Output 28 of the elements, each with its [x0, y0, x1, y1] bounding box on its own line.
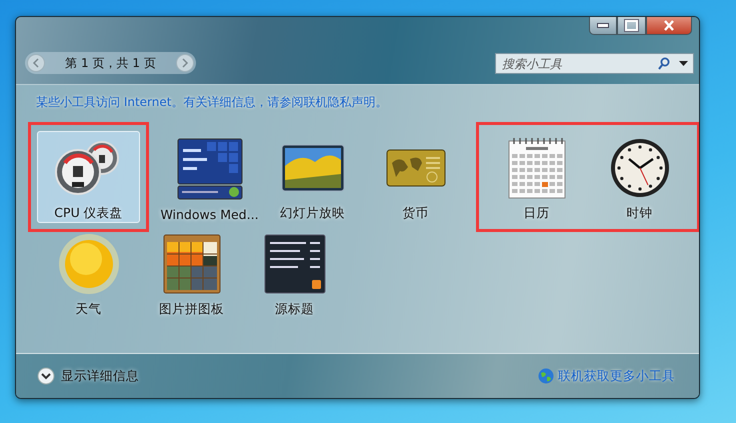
gadget-tile[interactable]: 幻灯片放映 [261, 131, 364, 223]
sun-icon [58, 232, 120, 294]
maximize-button[interactable] [617, 17, 646, 35]
gadget-tile[interactable]: 日历 [485, 131, 588, 223]
gadget-tile[interactable]: 天气 [37, 227, 140, 319]
news-feed-icon [264, 234, 326, 294]
chevron-down-icon [37, 367, 55, 385]
minimize-button[interactable] [589, 17, 617, 35]
page-indicator: 第 1 页，共 1 页 [64, 54, 157, 72]
search-icon[interactable] [658, 56, 670, 70]
globe-icon [538, 368, 554, 384]
gadget-tile[interactable]: 货币 [364, 131, 467, 223]
close-button[interactable] [646, 17, 692, 35]
gadget-tile[interactable]: CPU 仪表盘 [37, 131, 140, 223]
dropdown-caret-icon[interactable] [679, 60, 688, 66]
gadget-tile[interactable]: 图片拼图板 [140, 227, 243, 319]
gadget-tile[interactable]: 时钟 [588, 131, 691, 223]
search-field[interactable]: 搜索小工具 [495, 53, 694, 74]
gadget-tile[interactable]: 源标题 [243, 227, 346, 319]
close-icon [663, 20, 675, 31]
calendar-icon [508, 136, 566, 198]
photo-placeholder [280, 144, 344, 192]
gadget-tile[interactable]: Windows Med... [158, 131, 261, 223]
puzzle-tile-icon [162, 234, 220, 294]
media-panel-icon [176, 138, 242, 200]
clock-icon [608, 136, 670, 198]
map-card-icon [386, 148, 446, 186]
show-details-button[interactable]: 显示详细信息 [37, 367, 139, 385]
